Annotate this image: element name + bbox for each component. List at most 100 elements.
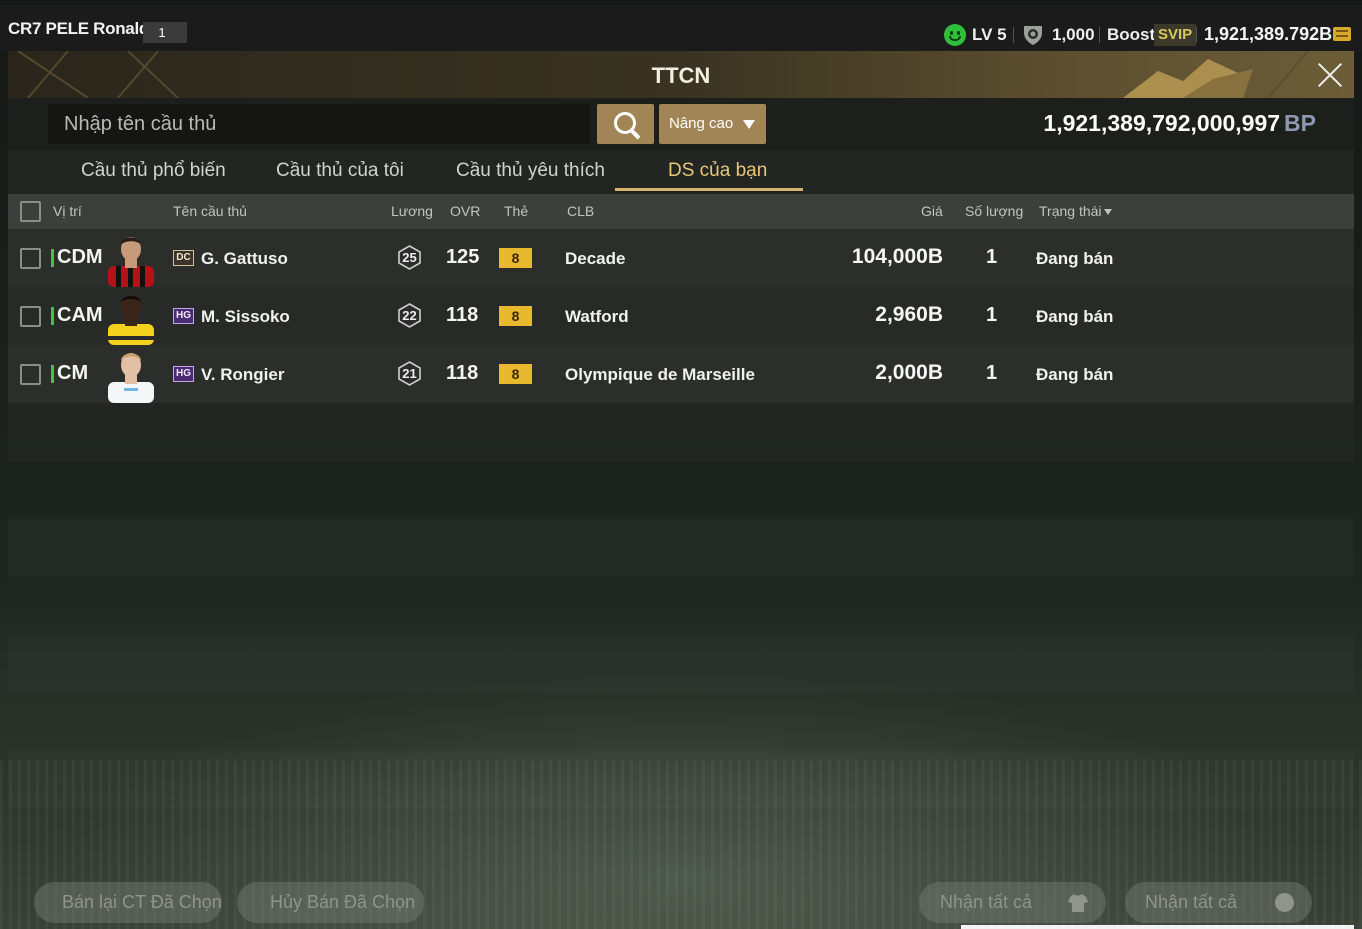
row-checkbox[interactable] bbox=[20, 248, 41, 269]
empty-row bbox=[8, 751, 1354, 809]
header-ovr[interactable]: OVR bbox=[450, 203, 480, 219]
chevron-down-icon bbox=[1103, 209, 1112, 216]
resell-selected-label: Bán lại CT Đã Chọn bbox=[62, 892, 222, 912]
username[interactable]: CR7 PELE Ronaldo bbox=[8, 19, 159, 39]
empty-row bbox=[8, 519, 1354, 577]
claim-all-bp-button[interactable]: Nhận tất cả bbox=[1125, 882, 1312, 923]
shirt-icon bbox=[1068, 894, 1088, 912]
advanced-filter-dropdown[interactable]: Nâng cao bbox=[659, 104, 766, 144]
select-all-checkbox[interactable] bbox=[20, 201, 41, 222]
level-label: LV 5 bbox=[972, 25, 1007, 44]
row-checkbox[interactable] bbox=[20, 364, 41, 385]
tab-favorite-players[interactable]: Cầu thủ yêu thích bbox=[456, 160, 605, 182]
season-badge: HG bbox=[173, 308, 194, 324]
player-quantity: 1 bbox=[986, 304, 998, 326]
claim-all-bp-label: Nhận tất cả bbox=[1145, 892, 1238, 912]
player-position: CDM bbox=[57, 246, 103, 268]
divider bbox=[1099, 27, 1100, 43]
bottom-edge-strip bbox=[961, 925, 1354, 929]
position-indicator bbox=[51, 249, 54, 267]
resell-selected-button[interactable]: Bán lại CT Đã Chọn bbox=[34, 882, 222, 923]
smiley-icon bbox=[944, 24, 966, 46]
player-position: CAM bbox=[57, 304, 103, 326]
position-indicator bbox=[51, 365, 54, 383]
salary-value: 21 bbox=[402, 366, 417, 381]
tab-popular-players[interactable]: Cầu thủ phổ biến bbox=[81, 160, 226, 182]
listing-status: Đang bán bbox=[1036, 365, 1114, 384]
player-ovr: 118 bbox=[446, 362, 479, 384]
player-price: 104,000B bbox=[851, 245, 943, 268]
cancel-selected-button[interactable]: Hủy Bán Đã Chọn bbox=[237, 882, 424, 923]
close-icon[interactable] bbox=[1314, 59, 1346, 91]
player-ovr: 125 bbox=[446, 246, 480, 268]
player-avatar bbox=[108, 295, 154, 345]
shield-value: 1,000 bbox=[1052, 25, 1095, 44]
tab-my-players[interactable]: Cầu thủ của tôi bbox=[276, 160, 404, 182]
salary-badge: 21 bbox=[397, 361, 422, 386]
table-row[interactable]: CDM DC G. Gattuso 25 125 8 Decade 104,00… bbox=[8, 229, 1354, 287]
player-position: CM bbox=[57, 362, 89, 384]
divider bbox=[1013, 27, 1014, 43]
top-bar: CR7 PELE Ronaldo 1 LV 5 1,000 Boost SVIP… bbox=[0, 5, 1362, 51]
card-level-badge: 8 bbox=[499, 364, 532, 384]
player-club: Watford bbox=[565, 307, 629, 326]
boost-label[interactable]: Boost bbox=[1107, 25, 1155, 45]
player-club: Decade bbox=[565, 249, 626, 268]
salary-value: 25 bbox=[402, 250, 417, 265]
header-name[interactable]: Tên cầu thủ bbox=[173, 203, 247, 219]
player-avatar bbox=[108, 237, 154, 287]
table-row[interactable]: CM HG V. Rongier 21 118 8 Olympique de M… bbox=[8, 345, 1354, 403]
listing-status: Đang bán bbox=[1036, 249, 1114, 268]
player-quantity: 1 bbox=[986, 362, 998, 384]
salary-badge: 22 bbox=[397, 303, 422, 328]
tab-your-listings[interactable]: DS của bạn bbox=[668, 160, 767, 182]
tab-bar: Cầu thủ phổ biến Cầu thủ của tôi Cầu thủ… bbox=[8, 150, 1354, 194]
player-avatar bbox=[108, 353, 154, 403]
empty-row bbox=[8, 635, 1354, 693]
coin-icon bbox=[1275, 893, 1294, 912]
player-search-input[interactable] bbox=[48, 104, 590, 144]
claim-all-players-label: Nhận tất cả bbox=[940, 892, 1033, 912]
salary-badge: 25 bbox=[397, 245, 422, 270]
header-card[interactable]: Thẻ bbox=[504, 203, 528, 219]
card-level-badge: 8 bbox=[499, 248, 532, 268]
advanced-filter-label: Nâng cao bbox=[669, 115, 734, 132]
coin-stack-icon bbox=[1333, 27, 1351, 41]
cancel-selected-label: Hủy Bán Đã Chọn bbox=[270, 892, 416, 912]
row-checkbox[interactable] bbox=[20, 306, 41, 327]
position-indicator bbox=[51, 307, 54, 325]
player-price: 2,960B bbox=[875, 303, 943, 326]
search-row: Nâng cao 1,921,389,792,000,997BP bbox=[8, 98, 1354, 150]
bp-balance: 1,921,389,792,000,997 BP bbox=[1043, 110, 1316, 137]
shield-icon bbox=[1024, 26, 1042, 45]
header-club[interactable]: CLB bbox=[567, 203, 594, 219]
header-quantity[interactable]: Số lượng bbox=[965, 203, 1023, 219]
search-icon[interactable] bbox=[597, 104, 654, 144]
user-badge: 1 bbox=[143, 22, 187, 43]
active-tab-indicator bbox=[615, 188, 803, 191]
modal-title: TTCN bbox=[651, 63, 711, 88]
transfer-market-modal: TTCN Nâng cao 1,921,389,792,000,997BP Cầ… bbox=[8, 51, 1354, 929]
header-status[interactable]: Trạng thái bbox=[1039, 203, 1112, 219]
salary-value: 22 bbox=[402, 308, 417, 323]
player-name[interactable]: V. Rongier bbox=[201, 365, 284, 385]
claim-all-players-button[interactable]: Nhận tất cả bbox=[919, 882, 1106, 923]
season-badge: HG bbox=[173, 366, 194, 382]
divider bbox=[1196, 27, 1197, 43]
header-price[interactable]: Giá bbox=[921, 203, 943, 219]
svip-badge[interactable]: SVIP bbox=[1154, 24, 1197, 46]
player-name[interactable]: G. Gattuso bbox=[201, 249, 288, 269]
bp-unit: BP bbox=[1284, 110, 1316, 136]
player-price: 2,000B bbox=[875, 361, 943, 384]
table-header: Vị trí Tên cầu thủ Lương OVR Thẻ CLB Giá… bbox=[8, 194, 1354, 229]
header-status-label: Trạng thái bbox=[1039, 203, 1102, 219]
header-salary[interactable]: Lương bbox=[391, 203, 433, 219]
empty-row bbox=[8, 403, 1354, 461]
table-row[interactable]: CAM HG M. Sissoko 22 118 8 Watford 2,960… bbox=[8, 287, 1354, 345]
player-name[interactable]: M. Sissoko bbox=[201, 307, 290, 327]
listing-status: Đang bán bbox=[1036, 307, 1114, 326]
player-ovr: 118 bbox=[446, 304, 479, 326]
player-club: Olympique de Marseille bbox=[565, 365, 755, 384]
season-badge: DC bbox=[173, 250, 194, 266]
header-position[interactable]: Vị trí bbox=[53, 203, 82, 219]
